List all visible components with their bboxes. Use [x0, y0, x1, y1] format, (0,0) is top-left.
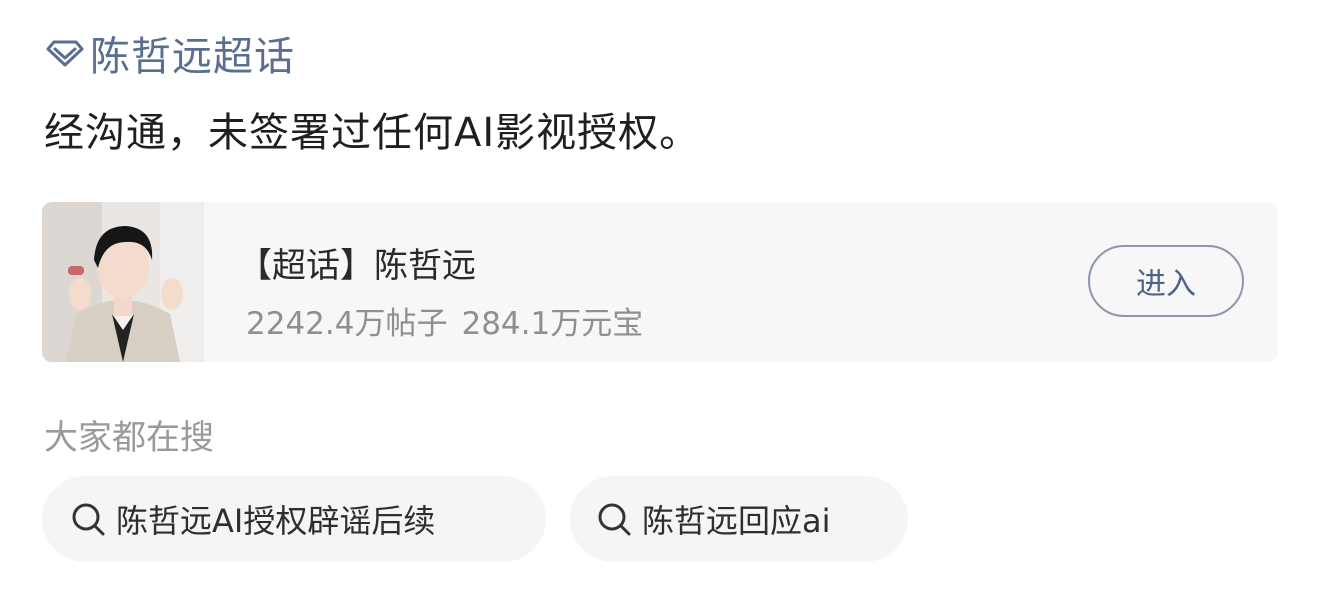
- related-search-label: 陈哲远回应ai: [642, 502, 831, 540]
- related-search-label: 陈哲远AI授权辟谣后续: [116, 502, 436, 540]
- coin-count: 284.1万元宝: [461, 306, 644, 342]
- supertopic-name[interactable]: 陈哲远超话: [90, 24, 295, 82]
- post-text: 经沟通，未签署过任何AI影视授权。: [44, 110, 701, 156]
- related-searches-title: 大家都在搜: [44, 418, 214, 458]
- enter-button[interactable]: 进入: [1088, 245, 1244, 317]
- related-search-chip[interactable]: 陈哲远AI授权辟谣后续: [42, 476, 546, 562]
- supertopic-card-stats: 2242.4万帖子 284.1万元宝: [246, 298, 643, 343]
- supertopic-card-title: 【超话】陈哲远: [238, 246, 476, 286]
- related-search-chip[interactable]: 陈哲远回应ai: [570, 476, 908, 562]
- supertopic-link[interactable]: 陈哲远超话: [44, 28, 295, 80]
- supertopic-avatar: [42, 202, 204, 362]
- supertopic-card[interactable]: 【超话】陈哲远 2242.4万帖子 284.1万元宝 进入: [42, 202, 1278, 362]
- search-icon: [598, 503, 631, 536]
- search-icon: [72, 503, 105, 536]
- post-count: 2242.4万帖子: [246, 306, 448, 342]
- diamond-icon: [46, 40, 84, 67]
